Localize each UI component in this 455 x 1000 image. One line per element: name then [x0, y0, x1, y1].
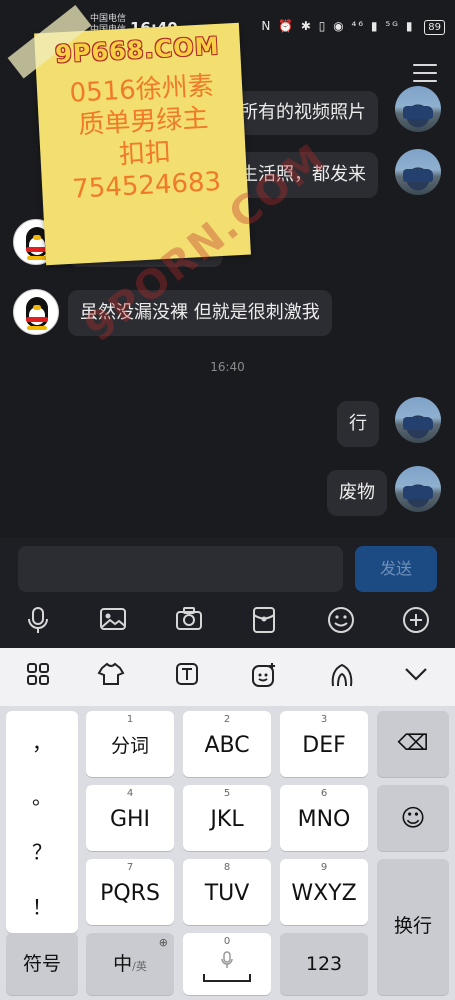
key-label: JKL: [210, 807, 244, 832]
delete-key[interactable]: ⌫: [377, 711, 449, 777]
punct-question[interactable]: ？: [6, 836, 78, 865]
car-avatar[interactable]: [395, 86, 441, 132]
collapse-icon[interactable]: [401, 662, 431, 692]
lang-main: 中: [113, 953, 133, 975]
punctuation-column[interactable]: ， 。 ？ ！: [6, 711, 78, 933]
menu-icon[interactable]: [413, 64, 437, 84]
punct-period[interactable]: 。: [6, 781, 78, 810]
punct-comma[interactable]: ，: [6, 727, 78, 756]
key-5[interactable]: 5 JKL: [183, 785, 271, 851]
penguin-beak: [33, 305, 41, 310]
grid-icon[interactable]: [23, 662, 53, 692]
car-avatar[interactable]: [395, 466, 441, 512]
battery-icon: 89: [424, 20, 445, 35]
emoji-icon: ☺: [400, 804, 426, 832]
key-number: 7: [126, 862, 134, 873]
symbol-label: 符号: [22, 953, 61, 975]
space-key[interactable]: 0: [183, 933, 271, 995]
key-8[interactable]: 8 TUV: [183, 859, 271, 925]
key-number: 3: [320, 714, 328, 725]
key-1[interactable]: 1 分词: [86, 711, 174, 777]
skin-icon[interactable]: [96, 662, 126, 692]
emoji-icon[interactable]: [326, 606, 356, 636]
input-bar: 发送: [0, 538, 455, 648]
message-bubble[interactable]: 废物: [327, 470, 387, 516]
key-label: 分词: [110, 735, 149, 757]
key-6[interactable]: 6 MNO: [280, 785, 368, 851]
number-key[interactable]: 123: [280, 933, 368, 995]
emoji-key[interactable]: ☺: [377, 785, 449, 851]
microphone-icon[interactable]: [23, 606, 53, 636]
key-4[interactable]: 4 GHI: [86, 785, 174, 851]
key-number: 1: [126, 714, 134, 725]
key-number: 2: [223, 714, 231, 725]
enter-key[interactable]: 换行: [377, 859, 449, 995]
car-avatar[interactable]: [395, 397, 441, 443]
status-icons: N ⏰ ✱ ▯ ◉ ⁴⁶ ▮ ⁵ᴳ ▮ 89: [261, 19, 445, 35]
text-icon[interactable]: [172, 662, 202, 692]
sticker-icon[interactable]: [249, 662, 279, 692]
key-number: 0: [223, 936, 231, 947]
key-number: 6: [320, 788, 328, 799]
symbol-key[interactable]: 符号: [6, 933, 78, 995]
car-avatar[interactable]: [395, 149, 441, 195]
carrier-1: 中国电信: [90, 14, 127, 24]
message-input[interactable]: [18, 546, 343, 592]
number-label: 123: [305, 953, 343, 975]
space-mic-icon: [221, 951, 233, 973]
language-label: 中/英: [86, 951, 174, 980]
enter-label: 换行: [393, 915, 432, 937]
space-bar-icon: [203, 974, 251, 982]
key-label: GHI: [109, 807, 151, 832]
key-label: PQRS: [100, 881, 160, 906]
key-9[interactable]: 9 WXYZ: [280, 859, 368, 925]
image-icon[interactable]: [98, 606, 128, 636]
key-7[interactable]: 7 PQRS: [86, 859, 174, 925]
sticker-text: 0516徐州素 质单男绿主 扣扣 754524683: [48, 69, 239, 207]
penguin-scarf: [26, 317, 48, 322]
key-label: MNO: [297, 807, 351, 832]
red-packet-icon[interactable]: [249, 606, 279, 636]
sticker-site: 9P668.COM: [54, 31, 221, 69]
send-button[interactable]: 发送: [355, 546, 437, 592]
language-key[interactable]: ⊕ 中/英: [86, 933, 174, 995]
globe-icon: ⊕: [158, 936, 168, 949]
key-label: WXYZ: [291, 881, 357, 906]
message-bubble[interactable]: 所有的视频照片: [228, 91, 378, 135]
penguin-feet: [27, 256, 47, 260]
key-2[interactable]: 2 ABC: [183, 711, 271, 777]
lang-sub: /英: [132, 960, 147, 973]
keyboard: ， 。 ？ ！ 1 分词 2 ABC 3 DEF ⌫ 4 GHI 5 JKL 6…: [0, 648, 455, 1000]
chat-timestamp: 16:40: [210, 360, 245, 374]
system-icons: N ⏰ ✱ ▯ ◉ ⁴⁶ ▮ ⁵ᴳ ▮: [261, 19, 415, 33]
penguin-beak: [33, 235, 41, 240]
keyboard-toolbar: [0, 648, 455, 706]
qq-avatar[interactable]: [13, 289, 59, 335]
key-number: 9: [320, 862, 328, 873]
plus-icon[interactable]: [401, 606, 431, 636]
key-label: TUV: [204, 881, 250, 906]
message-bubble[interactable]: 行: [337, 401, 379, 447]
punct-exclaim[interactable]: ！: [6, 891, 78, 920]
key-number: 4: [126, 788, 134, 799]
key-number: 8: [223, 862, 231, 873]
camera-icon[interactable]: [174, 606, 204, 636]
key-3[interactable]: 3 DEF: [280, 711, 368, 777]
key-label: ABC: [204, 733, 250, 758]
key-label: DEF: [302, 733, 346, 758]
handwrite-icon[interactable]: [327, 662, 357, 692]
backspace-icon: ⌫: [397, 731, 429, 756]
key-number: 5: [223, 788, 231, 799]
penguin-feet: [27, 326, 47, 330]
